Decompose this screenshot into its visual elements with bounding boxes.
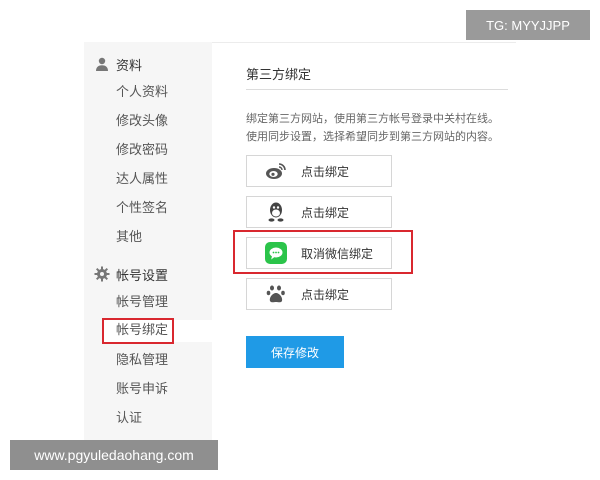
sidebar-item-label: 修改头像 <box>116 114 169 129</box>
gear-icon <box>94 266 110 282</box>
sidebar-item-label: 账号申诉 <box>116 382 169 397</box>
sidebar-item-label: 个人资料 <box>116 85 169 100</box>
sidebar-item-change-password[interactable]: 修改密码 <box>116 140 212 162</box>
sidebar-item-expert-attributes[interactable]: 达人属性 <box>116 169 212 191</box>
bind-baidu-button[interactable]: 点击绑定 <box>246 278 392 310</box>
bind-weibo-label: 点击绑定 <box>301 164 350 179</box>
save-button[interactable]: 保存修改 <box>246 336 344 368</box>
sidebar-item-label: 其他 <box>116 230 143 245</box>
description-line-1: 绑定第三方网站，使用第三方帐号登录中关村在线。 <box>246 112 499 125</box>
sidebar-item-label: 帐号管理 <box>116 295 169 310</box>
sidebar-item-privacy[interactable]: 隐私管理 <box>116 350 212 372</box>
sidebar-group-profile-header: 资料 <box>94 54 142 74</box>
sidebar-item-appeal[interactable]: 账号申诉 <box>116 379 212 401</box>
sidebar-group-profile-title: 资料 <box>116 58 143 74</box>
sidebar-item-signature[interactable]: 个性签名 <box>116 198 212 220</box>
watermark-bottom-left: www.pgyuledaohang.com <box>10 440 218 470</box>
weibo-icon <box>265 160 287 182</box>
bind-weibo-button[interactable]: 点击绑定 <box>246 155 392 187</box>
description-line-2: 使用同步设置，选择希望同步到第三方网站的内容。 <box>246 130 499 143</box>
sidebar-group-account-header: 帐号设置 <box>94 264 168 284</box>
qq-icon <box>265 201 287 223</box>
sidebar-item-other[interactable]: 其他 <box>116 227 212 249</box>
section-title: 第三方绑定 <box>246 68 312 83</box>
sidebar-item-label: 达人属性 <box>116 172 169 187</box>
bind-qq-label: 点击绑定 <box>301 205 350 220</box>
bind-qq-button[interactable]: 点击绑定 <box>246 196 392 228</box>
section-divider <box>246 89 508 90</box>
sidebar-group-account-title: 帐号设置 <box>116 268 169 284</box>
sidebar-item-label: 隐私管理 <box>116 353 169 368</box>
highlight-box-wechat <box>233 230 413 274</box>
user-icon <box>94 56 110 72</box>
sidebar-item-label: 个性签名 <box>116 201 169 216</box>
sidebar-item-account-management[interactable]: 帐号管理 <box>116 292 212 314</box>
baidu-icon <box>265 283 287 305</box>
highlight-box-account-binding <box>102 318 174 344</box>
sidebar-item-change-avatar[interactable]: 修改头像 <box>116 111 212 133</box>
sidebar-item-verification[interactable]: 认证 <box>116 408 212 430</box>
sidebar: 资料 个人资料 修改头像 修改密码 达人属性 个性签名 其他 帐号设置 帐号管理… <box>84 42 212 447</box>
sidebar-item-label: 认证 <box>116 411 143 426</box>
sidebar-item-personal-info[interactable]: 个人资料 <box>116 82 212 104</box>
watermark-top-right: TG: MYYJJPP <box>466 10 590 40</box>
sidebar-item-label: 修改密码 <box>116 143 169 158</box>
bind-baidu-label: 点击绑定 <box>301 287 350 302</box>
